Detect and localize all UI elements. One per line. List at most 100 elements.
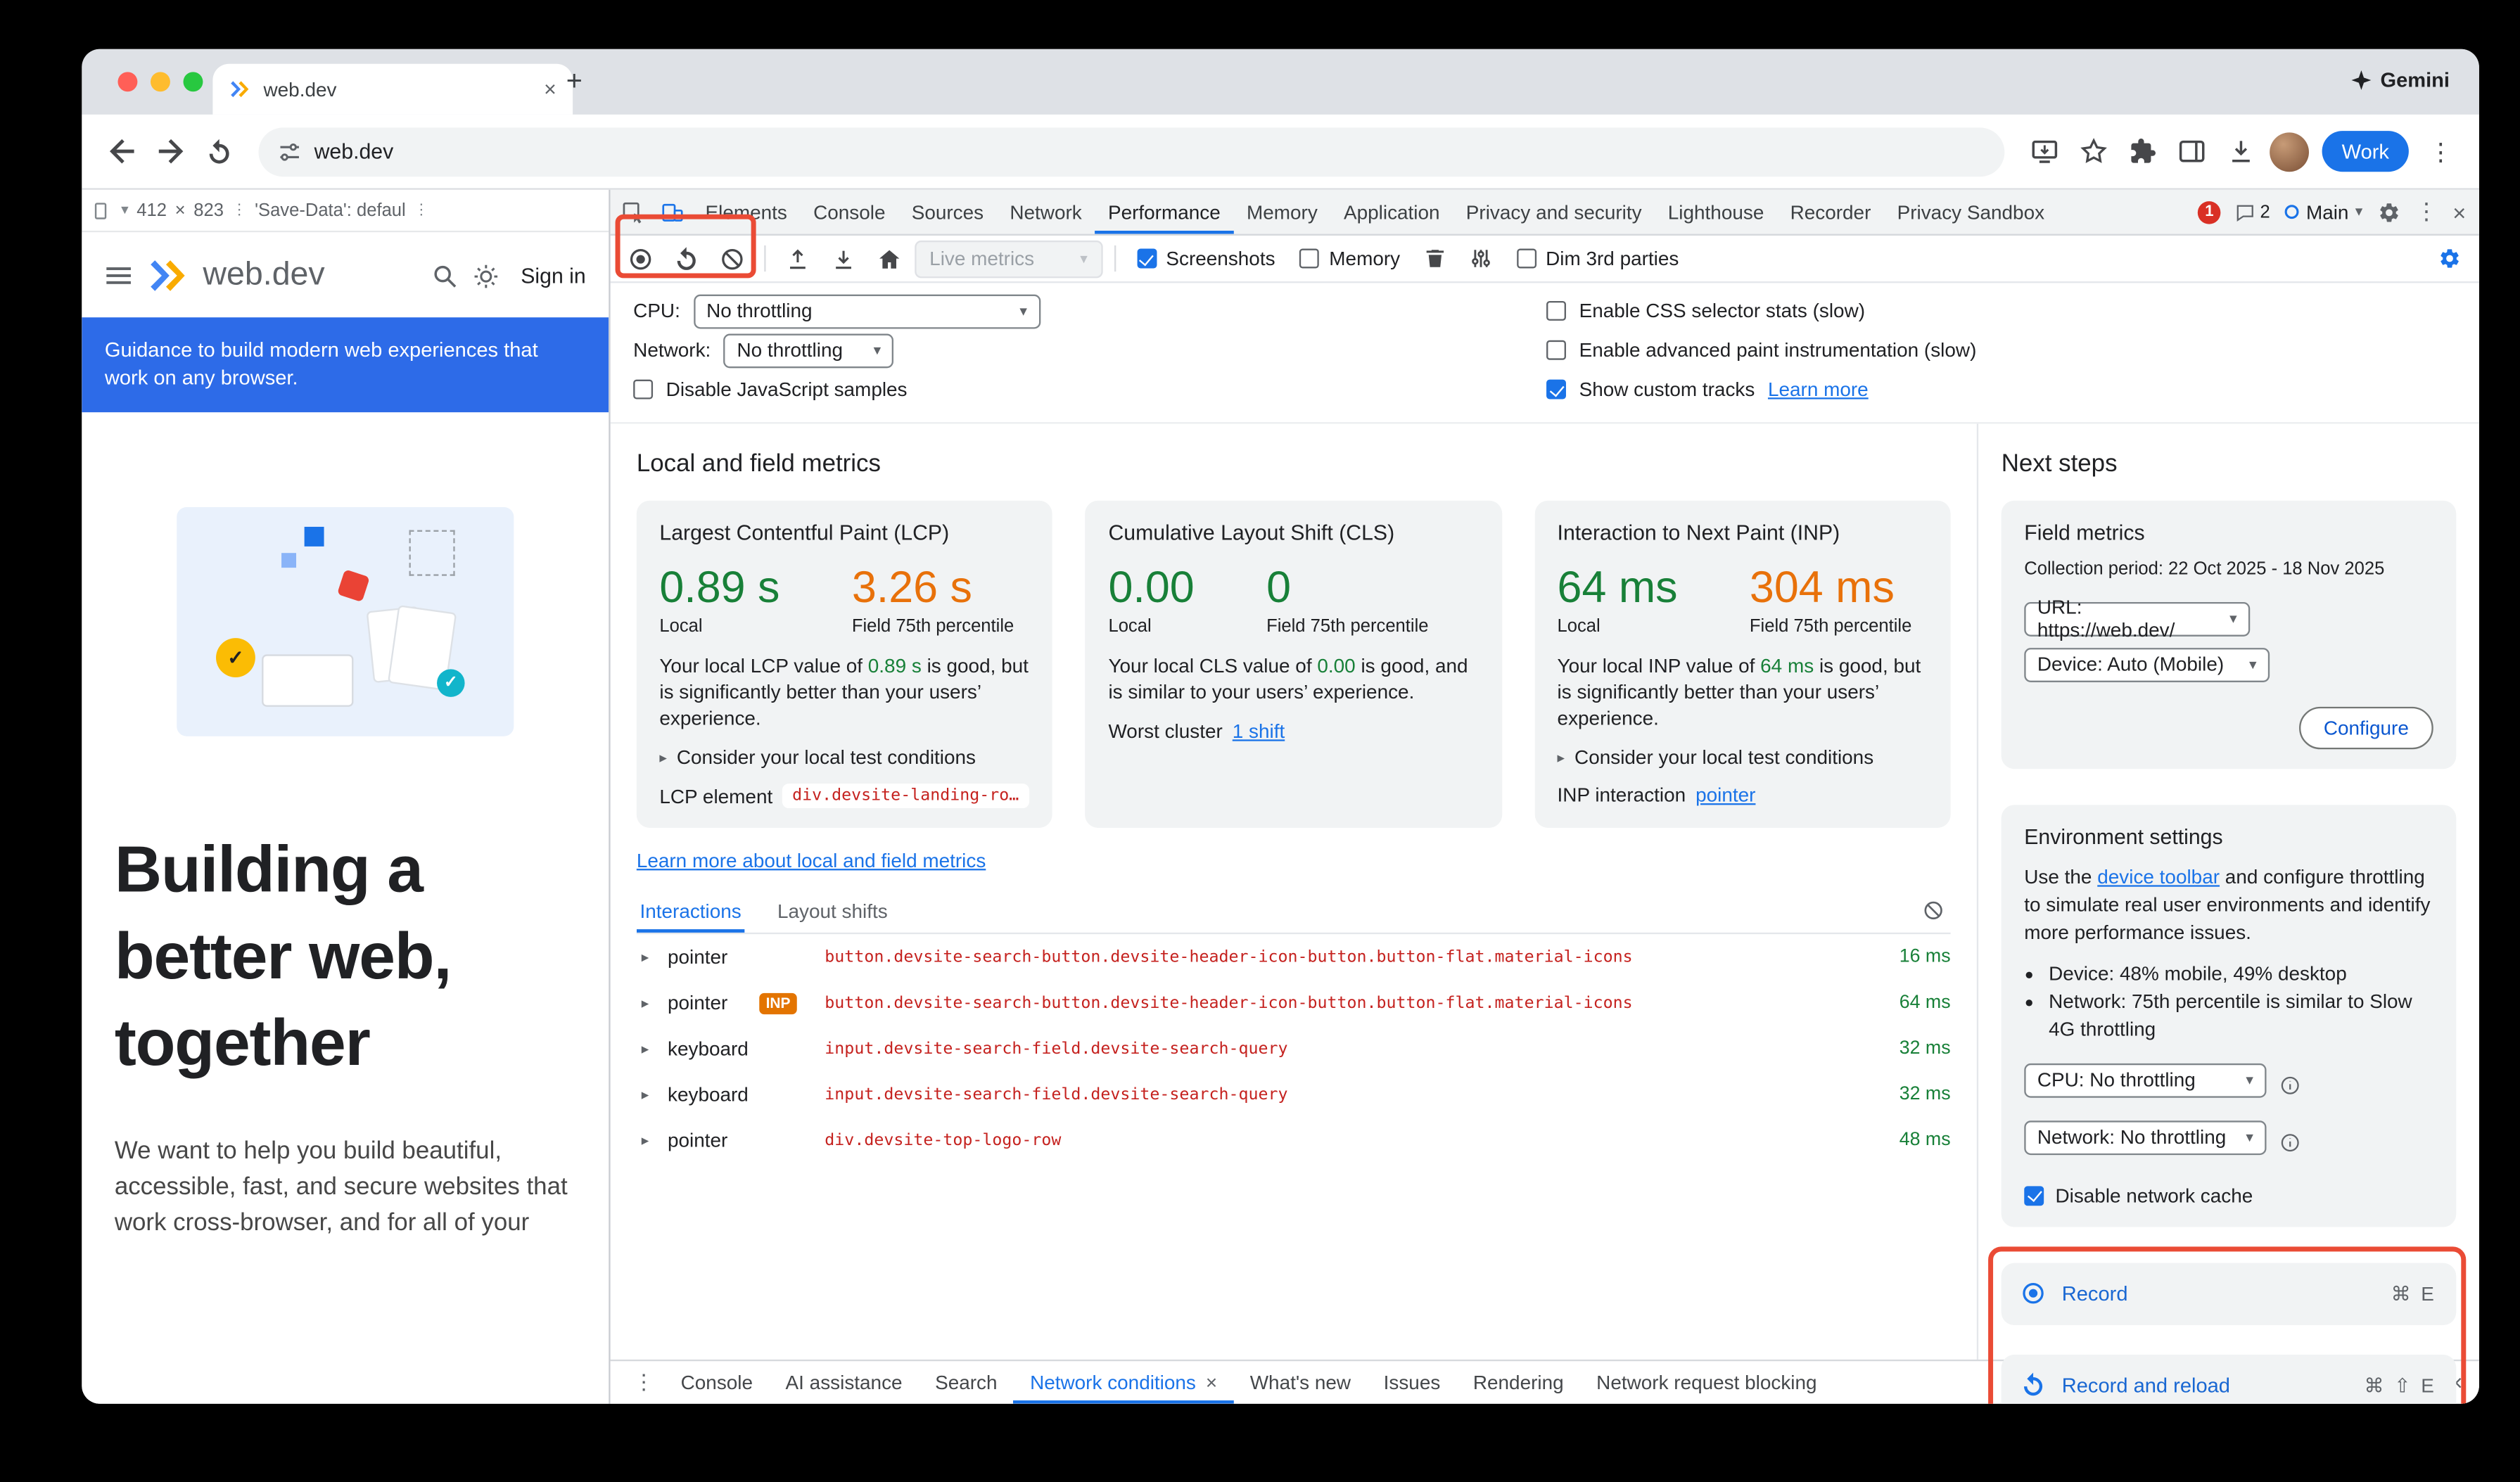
row-expander-icon[interactable]: ▸: [637, 994, 668, 1012]
row-expander-icon[interactable]: ▸: [637, 1040, 668, 1058]
inp-test-conditions-expander[interactable]: ▸ Consider your local test conditions: [1558, 746, 1928, 769]
forward-button[interactable]: [147, 129, 193, 174]
issues-badge[interactable]: 2: [2236, 202, 2270, 222]
screenshots-checkbox-row[interactable]: Screenshots: [1137, 247, 1275, 270]
site-brand[interactable]: web.dev: [203, 257, 324, 294]
env-cpu-select[interactable]: CPU: No throttling ▾: [2024, 1063, 2266, 1097]
tab-console[interactable]: Console: [800, 190, 898, 234]
maximize-window-button[interactable]: [184, 72, 203, 91]
interaction-target[interactable]: input.devsite-search-field.devsite-searc…: [825, 1040, 1880, 1058]
load-profile-icon[interactable]: [777, 239, 818, 279]
network-throttling-select[interactable]: No throttling ▾: [724, 333, 894, 367]
memory-checkbox-row[interactable]: Memory: [1299, 247, 1400, 270]
address-bar[interactable]: web.dev: [259, 127, 2005, 176]
device-toolbar-link[interactable]: device toolbar: [2097, 864, 2220, 888]
device-menu-icon[interactable]: ⋮: [414, 201, 428, 219]
custom-tracks-learn-more-link[interactable]: Learn more: [1768, 378, 1869, 401]
context-selector[interactable]: Main ▾: [2285, 200, 2363, 224]
device-height-value[interactable]: 823: [193, 200, 224, 220]
tab-layout-shifts[interactable]: Layout shifts: [774, 888, 891, 933]
browser-tab[interactable]: web.dev ×: [212, 64, 573, 115]
record-icon[interactable]: [621, 239, 661, 279]
cpu-throttling-select[interactable]: No throttling ▾: [693, 294, 1040, 328]
device-overflow-icon[interactable]: ⋮: [232, 201, 247, 219]
extra-settings-icon[interactable]: [1461, 239, 1501, 279]
devtools-close-icon[interactable]: ×: [2452, 199, 2466, 225]
clear-interactions-icon[interactable]: [1923, 900, 1951, 921]
search-icon[interactable]: [433, 262, 459, 288]
lcp-element-chip[interactable]: div.devsite-landing-row-ite…: [782, 784, 1030, 808]
inp-interaction-link[interactable]: pointer: [1695, 784, 1755, 807]
tab-privacy-security[interactable]: Privacy and security: [1453, 190, 1655, 234]
tab-memory[interactable]: Memory: [1233, 190, 1330, 234]
field-url-select[interactable]: URL: https://web.dev/ ▾: [2024, 601, 2250, 636]
record-and-reload-icon[interactable]: [666, 239, 707, 279]
tab-elements[interactable]: Elements: [692, 190, 801, 234]
new-tab-button[interactable]: +: [566, 65, 583, 98]
configure-button[interactable]: Configure: [2299, 706, 2433, 748]
paint-instrumentation-checkbox[interactable]: [1546, 340, 1566, 360]
interaction-row[interactable]: ▸ keyboard input.devsite-search-field.de…: [637, 1026, 1951, 1071]
gemini-button[interactable]: Gemini: [2351, 69, 2450, 92]
interaction-row[interactable]: ▸ pointer div.devsite-top-logo-row 48 ms: [637, 1118, 1951, 1163]
tab-performance[interactable]: Performance: [1095, 190, 1233, 234]
site-settings-icon[interactable]: [278, 140, 301, 163]
side-panel-icon[interactable]: [2168, 129, 2214, 174]
css-selector-stats-checkbox[interactable]: [1546, 301, 1566, 321]
sign-in-button[interactable]: Sign in: [521, 263, 585, 288]
interaction-row[interactable]: ▸ pointer INP button.devsite-search-butt…: [637, 980, 1951, 1026]
interaction-target[interactable]: button.devsite-search-button.devsite-hea…: [825, 948, 1880, 966]
drawer-tab-rendering[interactable]: Rendering: [1457, 1361, 1580, 1403]
collect-garbage-icon[interactable]: [1415, 239, 1456, 279]
drawer-tab-search[interactable]: Search: [919, 1361, 1014, 1403]
install-app-icon[interactable]: [2021, 129, 2067, 174]
field-device-select[interactable]: Device: Auto (Mobile) ▾: [2024, 647, 2270, 682]
back-button[interactable]: [98, 129, 144, 174]
webdev-logo[interactable]: [147, 257, 188, 294]
close-tab-icon[interactable]: ×: [544, 77, 556, 101]
close-window-button[interactable]: [117, 72, 137, 91]
error-count-badge[interactable]: 1: [2198, 200, 2221, 224]
browser-menu-icon[interactable]: ⋮: [2419, 136, 2463, 166]
tab-lighthouse[interactable]: Lighthouse: [1655, 190, 1777, 234]
record-and-reload-button[interactable]: Record and reload ⌘ ⇧ E: [2002, 1354, 2457, 1404]
device-width-value[interactable]: 412: [136, 200, 167, 220]
interaction-target[interactable]: button.devsite-search-button.devsite-hea…: [825, 994, 1880, 1012]
cls-worst-cluster-link[interactable]: 1 shift: [1233, 720, 1285, 743]
devtools-settings-icon[interactable]: [2377, 200, 2400, 224]
device-throttle-value[interactable]: 'Save-Data': defaul: [255, 200, 406, 220]
live-metrics-home-icon[interactable]: [869, 239, 910, 279]
tab-network[interactable]: Network: [997, 190, 1095, 234]
record-button[interactable]: Record ⌘ E: [2002, 1263, 2457, 1324]
extensions-icon[interactable]: [2119, 129, 2165, 174]
dim-3rd-parties-checkbox-row[interactable]: Dim 3rd parties: [1516, 247, 1679, 270]
tab-interactions[interactable]: Interactions: [637, 888, 745, 933]
disable-network-cache-checkbox[interactable]: [2024, 1185, 2044, 1205]
dim-3rd-parties-checkbox[interactable]: [1516, 249, 1536, 269]
inspect-element-icon[interactable]: [613, 190, 653, 234]
drawer-tab-network-request-blocking[interactable]: Network request blocking: [1580, 1361, 1833, 1403]
minimize-window-button[interactable]: [151, 72, 170, 91]
drawer-tab-issues[interactable]: Issues: [1367, 1361, 1456, 1403]
memory-checkbox[interactable]: [1299, 249, 1319, 269]
interaction-row[interactable]: ▸ keyboard input.devsite-search-field.de…: [637, 1072, 1951, 1118]
row-expander-icon[interactable]: ▸: [637, 1131, 668, 1149]
save-profile-icon[interactable]: [823, 239, 864, 279]
devtools-menu-icon[interactable]: ⋮: [2415, 198, 2438, 226]
profile-avatar[interactable]: [2270, 132, 2309, 171]
disable-js-samples-checkbox[interactable]: [633, 380, 653, 400]
learn-more-metrics-link[interactable]: Learn more about local and field metrics: [637, 849, 986, 872]
drawer-more-icon[interactable]: ⋮: [623, 1361, 664, 1403]
row-expander-icon[interactable]: ▸: [637, 948, 668, 966]
tab-application[interactable]: Application: [1330, 190, 1453, 234]
lcp-test-conditions-expander[interactable]: ▸ Consider your local test conditions: [659, 746, 1029, 769]
device-type-caret-icon[interactable]: ▾: [121, 201, 129, 219]
tab-recorder[interactable]: Recorder: [1777, 190, 1884, 234]
drawer-tab-ai-assistance[interactable]: AI assistance: [769, 1361, 919, 1403]
custom-tracks-checkbox[interactable]: [1546, 380, 1566, 400]
interaction-row[interactable]: ▸ pointer button.devsite-search-button.d…: [637, 934, 1951, 980]
cpu-info-icon[interactable]: [2279, 1075, 2301, 1096]
interaction-target[interactable]: input.devsite-search-field.devsite-searc…: [825, 1085, 1880, 1104]
reload-button[interactable]: [196, 129, 242, 174]
tab-privacy-sandbox[interactable]: Privacy Sandbox: [1884, 190, 2058, 234]
